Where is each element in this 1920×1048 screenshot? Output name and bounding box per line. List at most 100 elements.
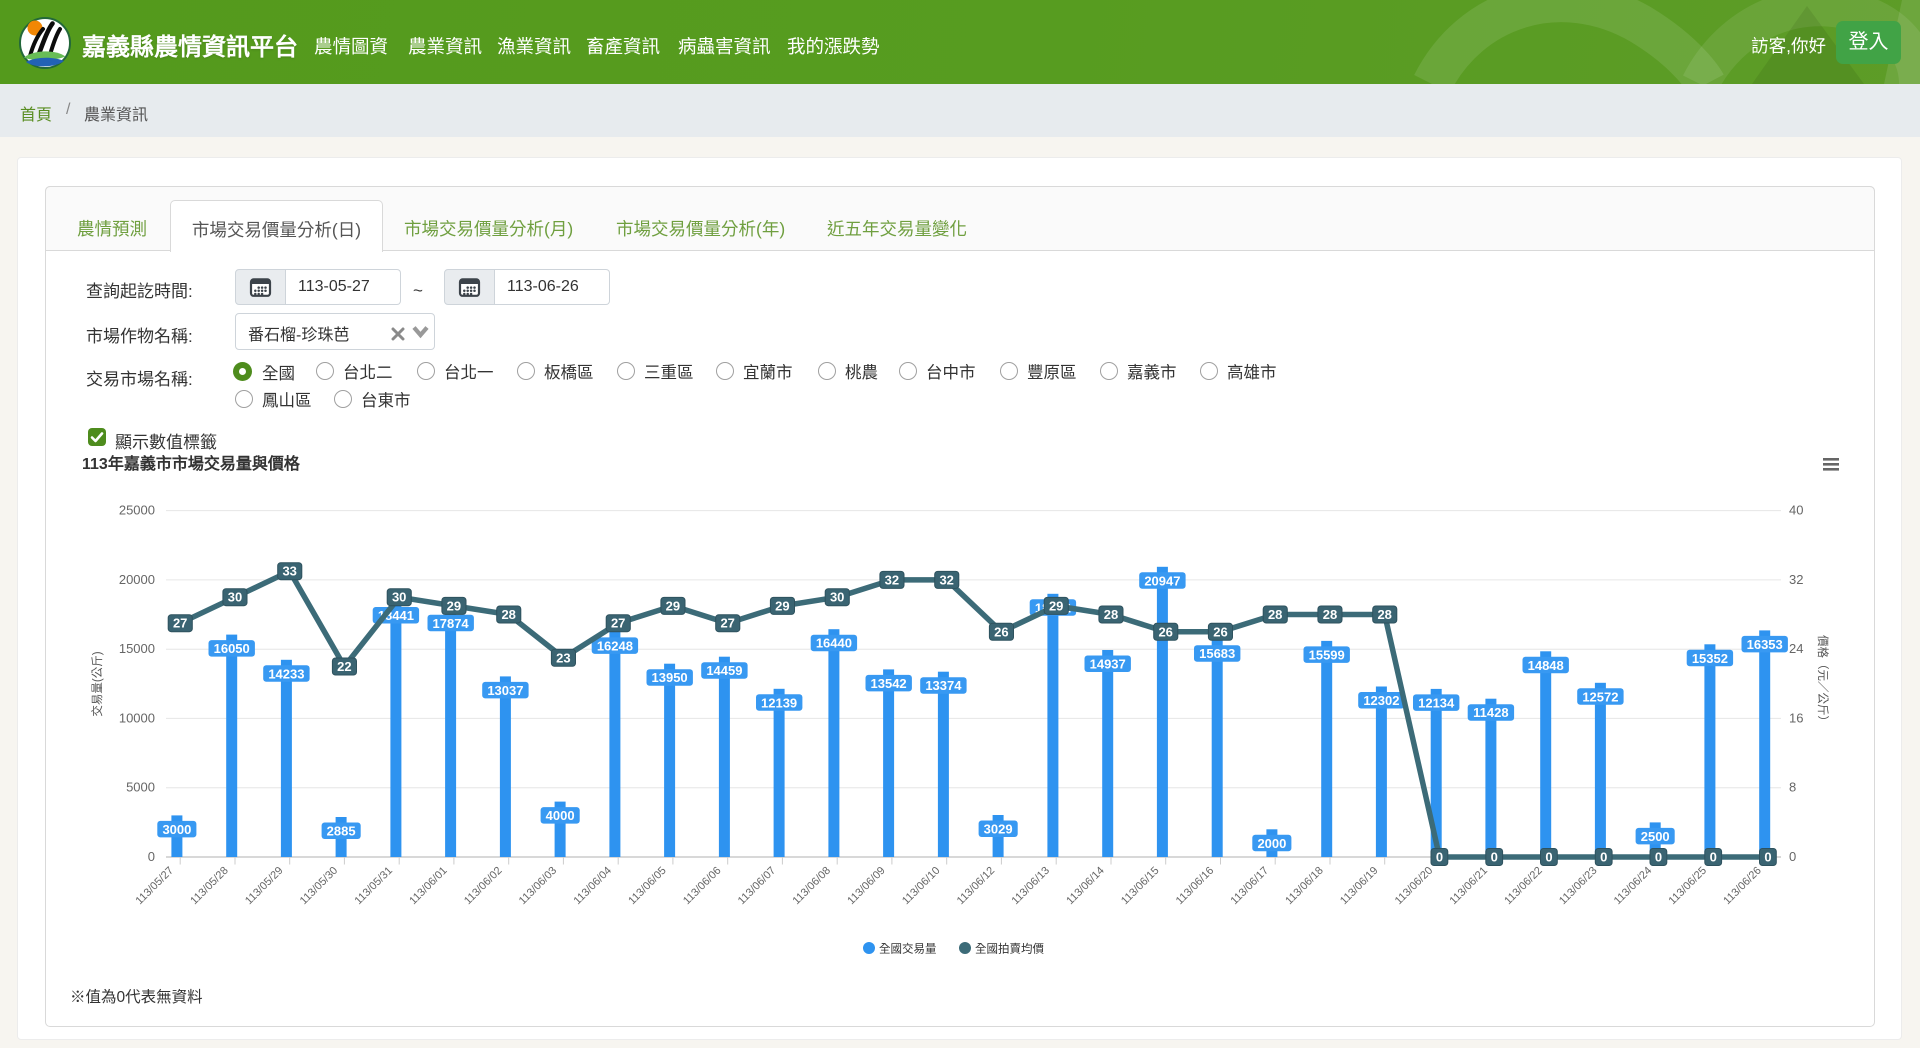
svg-text:113/05/31: 113/05/31 [353, 865, 396, 908]
svg-text:113/06/26: 113/06/26 [1721, 865, 1764, 908]
svg-text:29: 29 [1049, 598, 1063, 613]
svg-text:3000: 3000 [162, 822, 191, 837]
svg-text:113/06/19: 113/06/19 [1338, 865, 1381, 908]
svg-text:113/06/07: 113/06/07 [736, 865, 779, 908]
svg-text:33: 33 [282, 564, 296, 579]
svg-text:2885: 2885 [327, 824, 356, 839]
svg-text:30: 30 [228, 590, 242, 605]
svg-text:14459: 14459 [706, 663, 742, 678]
svg-text:13374: 13374 [925, 678, 962, 693]
svg-text:22: 22 [337, 659, 351, 674]
svg-text:113/06/21: 113/06/21 [1448, 865, 1491, 908]
svg-text:113/06/03: 113/06/03 [517, 865, 560, 908]
svg-text:0: 0 [1710, 850, 1717, 865]
svg-text:11428: 11428 [1473, 705, 1508, 720]
svg-text:15599: 15599 [1309, 647, 1345, 662]
svg-text:全國交易量: 全國交易量 [879, 942, 937, 956]
svg-text:12134: 12134 [1418, 695, 1455, 710]
svg-text:16: 16 [1789, 710, 1803, 725]
svg-text:113/05/28: 113/05/28 [188, 865, 231, 908]
svg-text:13037: 13037 [487, 683, 523, 698]
svg-text:交易量(公斤): 交易量(公斤) [90, 651, 104, 716]
svg-text:26: 26 [1213, 624, 1227, 639]
svg-text:12572: 12572 [1582, 689, 1618, 704]
svg-text:32: 32 [885, 572, 899, 587]
svg-text:12302: 12302 [1363, 693, 1399, 708]
svg-text:113/06/10: 113/06/10 [900, 865, 943, 908]
svg-text:26: 26 [1158, 624, 1172, 639]
svg-text:13950: 13950 [652, 670, 688, 685]
svg-text:113/05/30: 113/05/30 [298, 865, 341, 908]
svg-text:32: 32 [939, 572, 953, 587]
svg-text:20000: 20000 [119, 572, 155, 587]
svg-text:113/05/29: 113/05/29 [243, 865, 286, 908]
svg-text:0: 0 [1764, 850, 1771, 865]
svg-text:14937: 14937 [1090, 657, 1126, 672]
svg-text:14848: 14848 [1528, 658, 1564, 673]
svg-text:113/06/08: 113/06/08 [791, 865, 834, 908]
svg-text:0: 0 [1655, 850, 1662, 865]
svg-text:29: 29 [775, 598, 789, 613]
svg-text:16050: 16050 [214, 641, 250, 656]
svg-text:113/06/16: 113/06/16 [1174, 865, 1217, 908]
svg-text:30: 30 [392, 590, 406, 605]
svg-text:113/06/17: 113/06/17 [1229, 865, 1272, 908]
svg-text:113/06/25: 113/06/25 [1667, 865, 1710, 908]
svg-text:14233: 14233 [268, 666, 304, 681]
svg-text:8: 8 [1789, 780, 1796, 795]
svg-text:3029: 3029 [984, 822, 1013, 837]
svg-text:113/06/06: 113/06/06 [681, 865, 724, 908]
svg-text:0: 0 [1600, 850, 1607, 865]
svg-text:28: 28 [1104, 607, 1118, 622]
svg-text:113/06/15: 113/06/15 [1119, 865, 1162, 908]
svg-text:12139: 12139 [761, 695, 797, 710]
svg-text:27: 27 [611, 616, 625, 631]
svg-text:15000: 15000 [119, 641, 155, 656]
svg-text:28: 28 [1377, 607, 1391, 622]
svg-text:32: 32 [1789, 572, 1803, 587]
svg-text:28: 28 [1323, 607, 1337, 622]
svg-text:17874: 17874 [433, 616, 470, 631]
svg-text:113/05/27: 113/05/27 [134, 865, 177, 908]
svg-text:113/06/18: 113/06/18 [1283, 865, 1326, 908]
svg-text:113/06/24: 113/06/24 [1612, 865, 1655, 908]
svg-text:40: 40 [1789, 503, 1803, 518]
svg-text:29: 29 [447, 598, 461, 613]
svg-text:113/06/02: 113/06/02 [462, 865, 505, 908]
svg-text:15352: 15352 [1692, 651, 1728, 666]
svg-text:113/06/09: 113/06/09 [845, 865, 888, 908]
svg-text:0: 0 [1789, 849, 1796, 864]
svg-text:價格（元／公斤）: 價格（元／公斤） [1816, 635, 1830, 727]
svg-text:13542: 13542 [871, 676, 907, 691]
svg-text:27: 27 [173, 616, 187, 631]
svg-text:24: 24 [1789, 641, 1803, 656]
svg-text:15683: 15683 [1199, 646, 1235, 661]
svg-text:16440: 16440 [816, 636, 852, 651]
svg-text:113年嘉義市市場交易量與價格: 113年嘉義市市場交易量與價格 [82, 454, 301, 473]
svg-text:16248: 16248 [597, 638, 633, 653]
svg-text:113/06/23: 113/06/23 [1557, 865, 1600, 908]
svg-text:113/06/22: 113/06/22 [1502, 865, 1545, 908]
svg-text:0: 0 [148, 849, 155, 864]
svg-text:5000: 5000 [126, 780, 155, 795]
svg-text:113/06/20: 113/06/20 [1393, 865, 1436, 908]
svg-text:29: 29 [666, 598, 680, 613]
svg-text:28: 28 [1268, 607, 1282, 622]
svg-text:2500: 2500 [1641, 829, 1670, 844]
svg-text:全國拍賣均價: 全國拍賣均價 [975, 942, 1044, 956]
svg-text:113/06/12: 113/06/12 [955, 865, 998, 908]
svg-text:113/06/14: 113/06/14 [1064, 865, 1107, 908]
svg-text:10000: 10000 [119, 710, 155, 725]
svg-text:20947: 20947 [1144, 573, 1180, 588]
svg-text:28: 28 [501, 607, 515, 622]
svg-text:0: 0 [1491, 850, 1498, 865]
svg-text:113/06/05: 113/06/05 [626, 865, 669, 908]
svg-text:4000: 4000 [546, 808, 575, 823]
svg-text:16353: 16353 [1747, 637, 1783, 652]
svg-text:30: 30 [830, 590, 844, 605]
svg-text:2000: 2000 [1257, 836, 1286, 851]
svg-text:27: 27 [720, 616, 734, 631]
svg-text:25000: 25000 [119, 503, 155, 518]
svg-text:0: 0 [1545, 850, 1552, 865]
svg-text:26: 26 [994, 624, 1008, 639]
